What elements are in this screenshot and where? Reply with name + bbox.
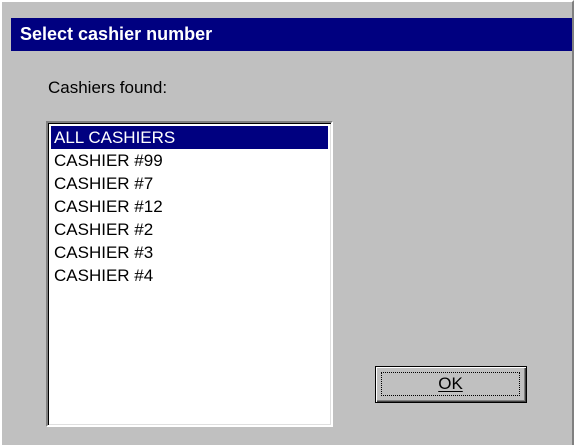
- dialog-title: Select cashier number: [20, 24, 213, 44]
- dialog-title-bar[interactable]: Select cashier number: [11, 18, 572, 51]
- ok-button[interactable]: OK: [375, 366, 527, 403]
- list-item-cashier-2[interactable]: CASHIER #2: [51, 218, 328, 241]
- ok-focus-rect: OK: [381, 372, 520, 396]
- list-item-cashier-3[interactable]: CASHIER #3: [51, 241, 328, 264]
- cashiers-found-label: Cashiers found:: [48, 78, 168, 97]
- ok-button-label: OK: [438, 374, 463, 393]
- list-item-cashier-12[interactable]: CASHIER #12: [51, 195, 328, 218]
- list-item-all-cashiers[interactable]: ALL CASHIERS: [51, 126, 328, 149]
- list-item-cashier-7[interactable]: CASHIER #7: [51, 172, 328, 195]
- list-item-cashier-99[interactable]: CASHIER #99: [51, 149, 328, 172]
- list-item-cashier-4[interactable]: CASHIER #4: [51, 264, 328, 287]
- cashier-listbox[interactable]: ALL CASHIERS CASHIER #99 CASHIER #7 CASH…: [46, 121, 333, 427]
- cashier-dialog: Select cashier number Cashiers found: AL…: [0, 0, 574, 445]
